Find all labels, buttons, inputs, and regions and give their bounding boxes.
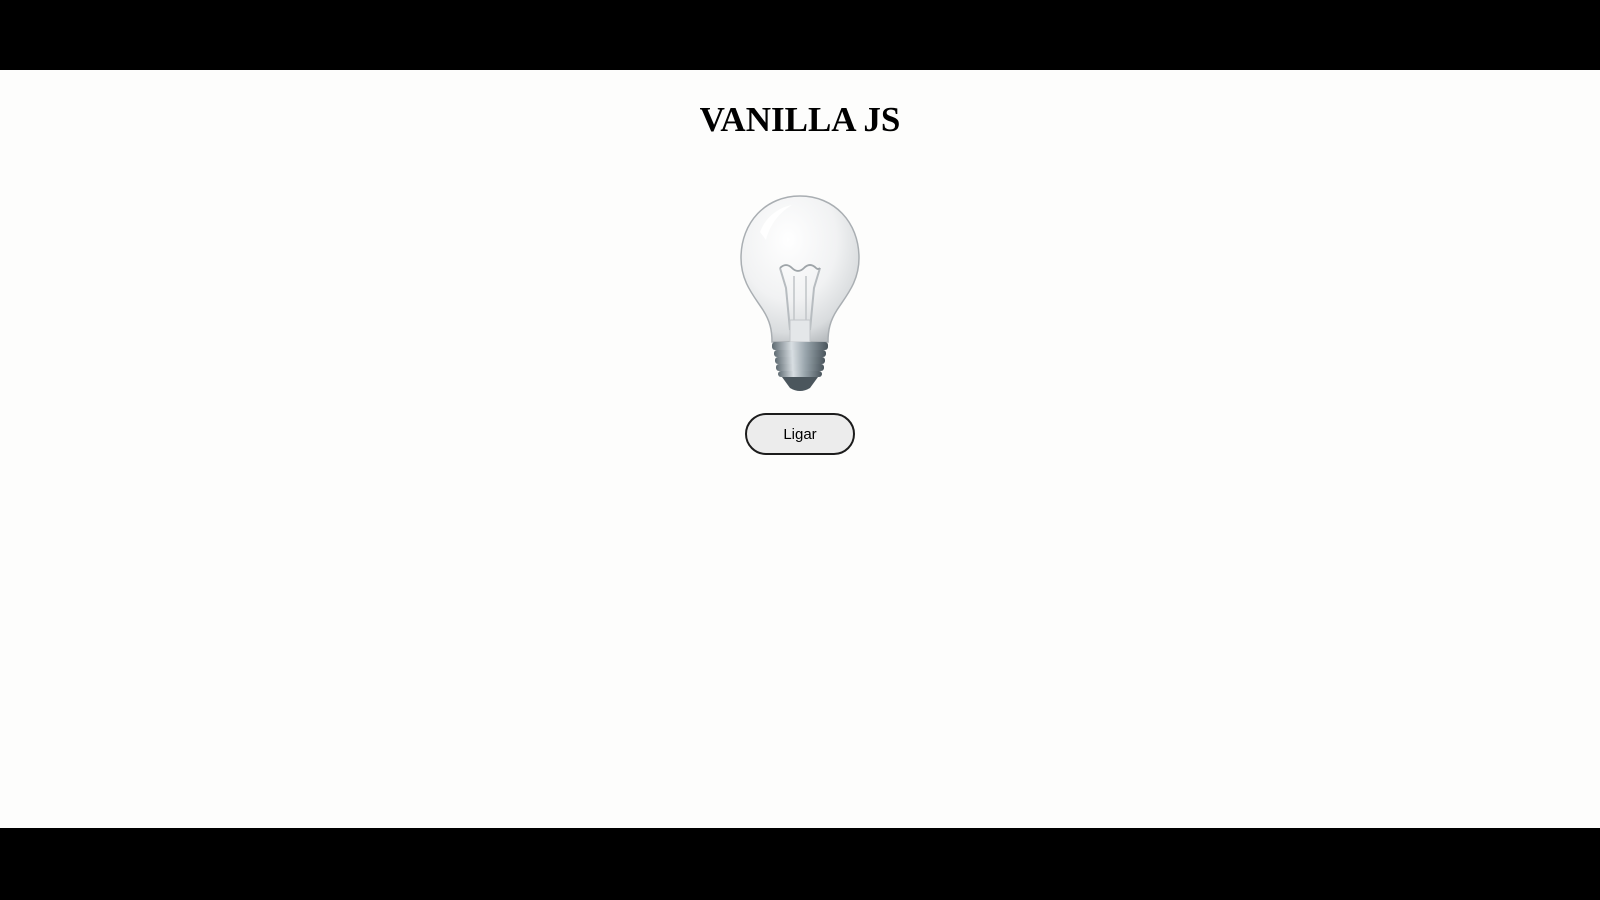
- letterbox-bottom: [0, 828, 1600, 900]
- light-bulb-icon: [730, 192, 870, 394]
- page: VANILLA JS Ligar: [0, 70, 1600, 828]
- page-title: VANILLA JS: [699, 100, 901, 139]
- toggle-light-button[interactable]: Ligar: [745, 413, 855, 455]
- letterbox-top: [0, 0, 1600, 70]
